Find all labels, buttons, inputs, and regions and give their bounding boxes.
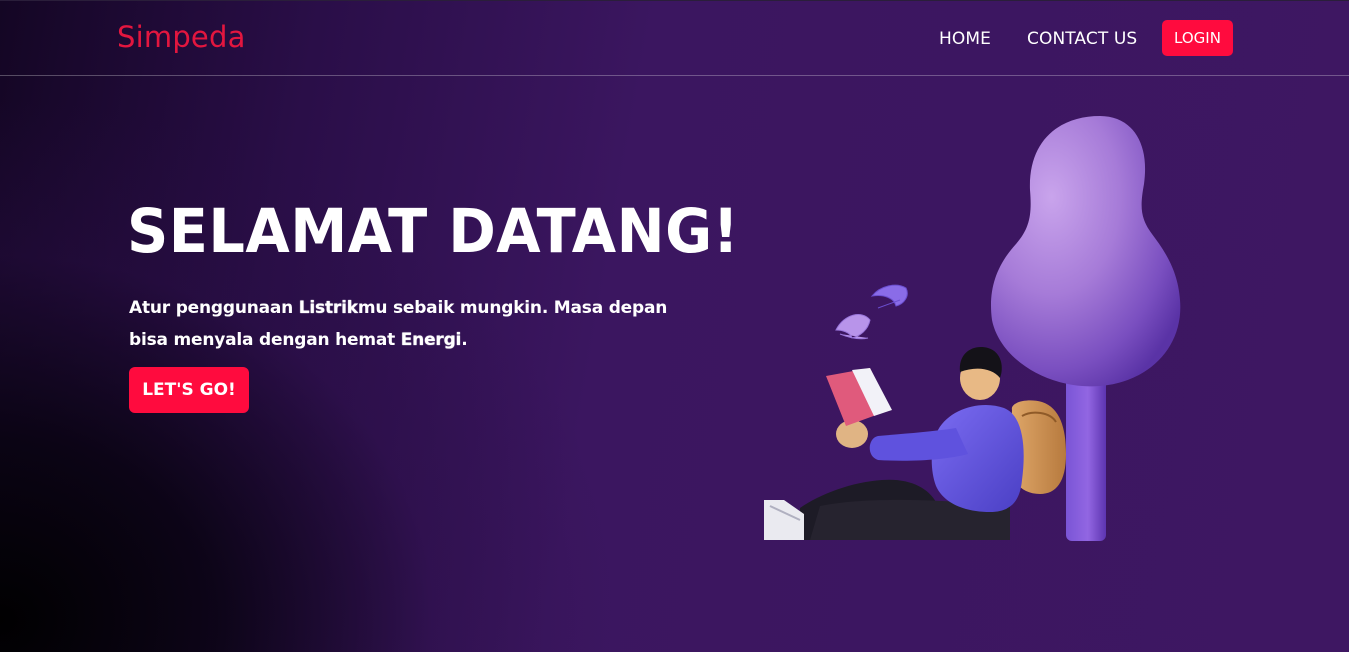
nav-link-home[interactable]: HOME: [939, 29, 991, 49]
lets-go-button[interactable]: LET'S GO!: [129, 367, 249, 413]
hero-title: SELAMAT DATANG!: [127, 196, 740, 267]
highlight-listrik: Listrik: [298, 298, 358, 318]
highlight-energi: Energi: [400, 330, 462, 350]
navbar: Simpeda HOME CONTACT US LOGIN: [0, 1, 1349, 76]
login-button[interactable]: LOGIN: [1162, 20, 1233, 56]
hero-description-text: .: [461, 330, 468, 350]
hero-description-text: Atur penggunaan: [129, 298, 299, 318]
nav-link-contact-us[interactable]: CONTACT US: [1027, 29, 1137, 49]
hero-description: Atur penggunaan Listrikmu sebaik mungkin…: [129, 292, 689, 356]
reading-person-under-tree-illustration: [764, 116, 1181, 541]
brand-logo[interactable]: Simpeda: [117, 20, 246, 54]
